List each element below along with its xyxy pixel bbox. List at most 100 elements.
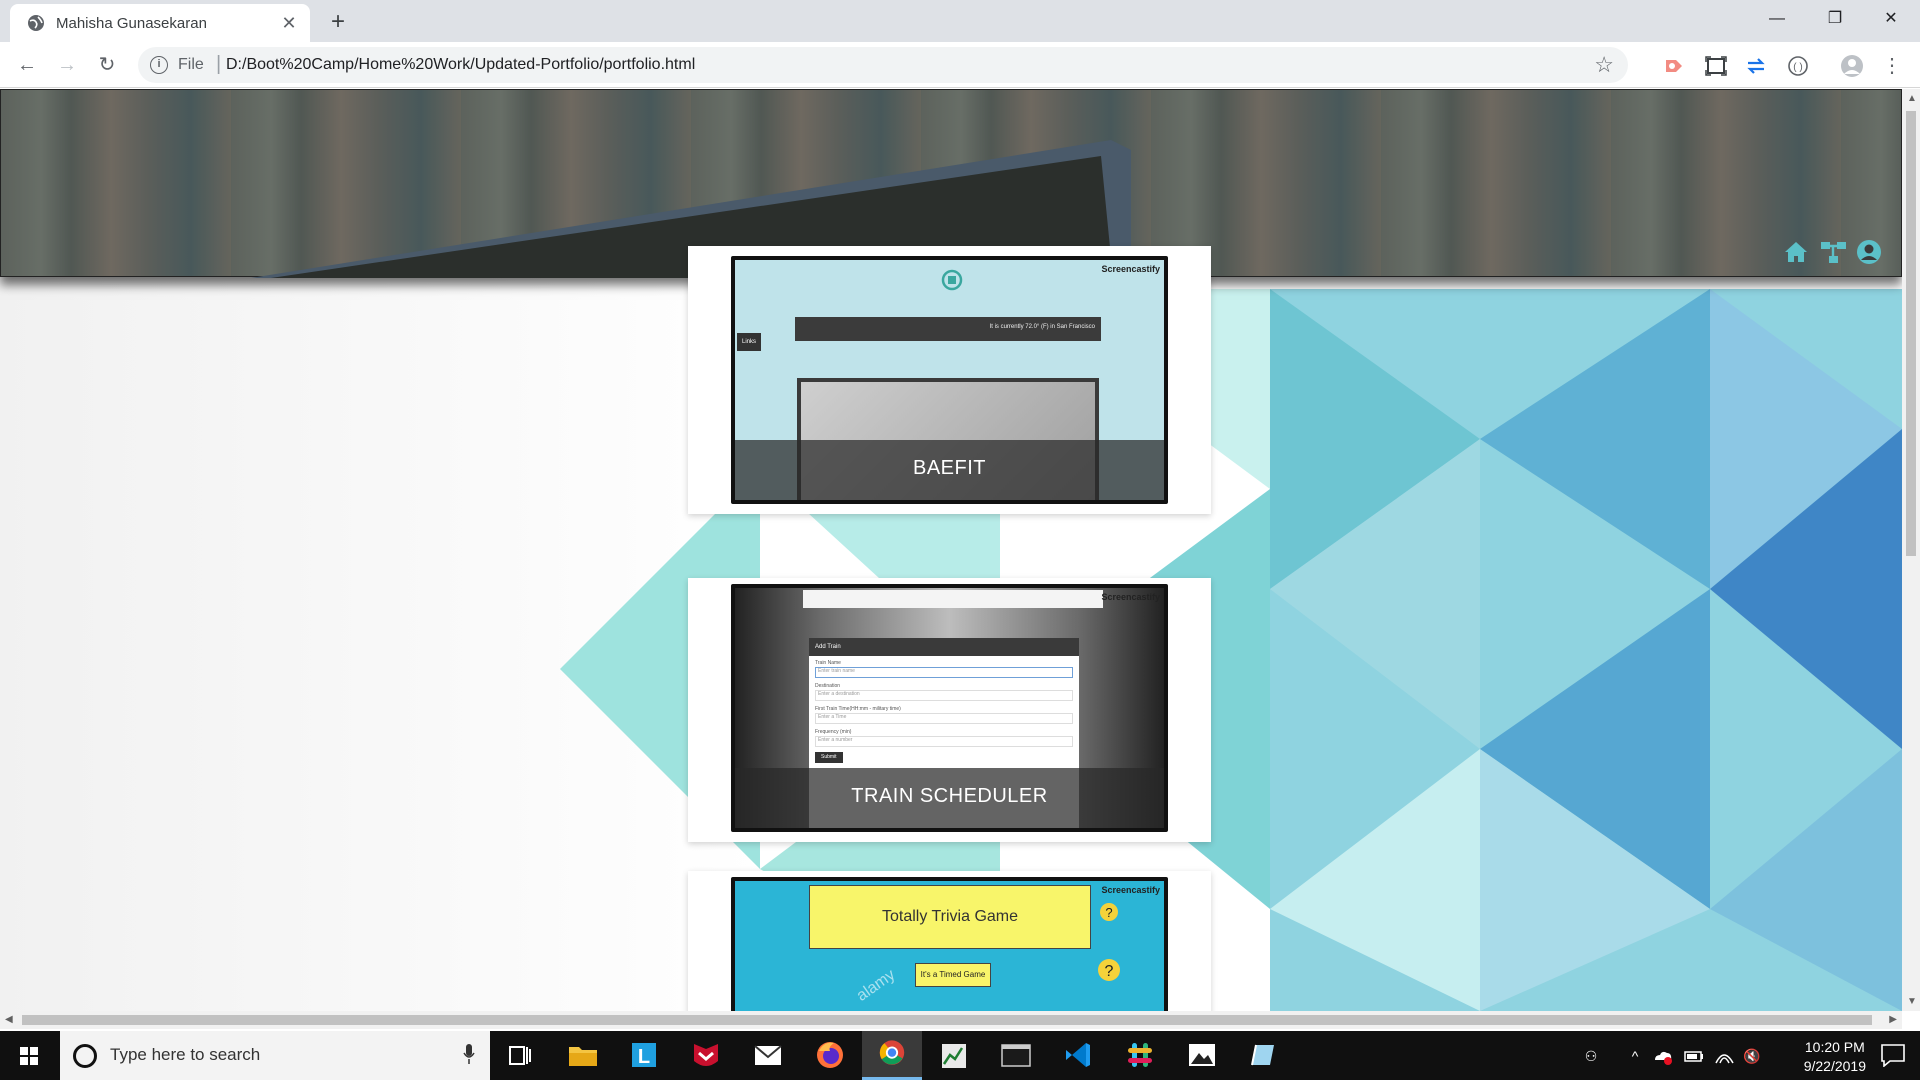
bookmark-star-icon[interactable]: ☆ — [1594, 52, 1614, 78]
paint3d-icon[interactable] — [1234, 1031, 1294, 1080]
page-viewport: Screencastify It is currently 72.0° (F) … — [0, 89, 1902, 1011]
project-thumbnail[interactable]: Screencastify Add Train Train Name Enter… — [731, 584, 1168, 832]
thumb-form-label: Frequency (min) — [815, 729, 852, 735]
globe-icon — [28, 15, 44, 31]
scroll-left-icon[interactable]: ◀ — [5, 1014, 13, 1025]
info-icon[interactable]: i — [150, 56, 168, 74]
taskbar-search-placeholder: Type here to search — [110, 1045, 261, 1064]
thumb-form-label: Train Name — [815, 660, 841, 666]
restore-button[interactable]: ❐ — [1806, 0, 1864, 38]
vscode-icon[interactable] — [1048, 1031, 1108, 1080]
onedrive-error-icon[interactable] — [1652, 1045, 1674, 1067]
thumb-form-input: Enter a number — [815, 736, 1073, 747]
extension-circle-icon[interactable]: ( ) — [1786, 54, 1810, 78]
mail-icon[interactable] — [738, 1031, 798, 1080]
home-icon[interactable] — [1782, 238, 1810, 266]
browser-toolbar: ← → ↻ i File | D:/Boot%20Camp/Home%20Wor… — [0, 42, 1920, 88]
thumb-game-subtitle: It's a Timed Game — [915, 963, 991, 987]
thumb-form-input: Enter a Time — [815, 713, 1073, 724]
browser-tab[interactable]: Mahisha Gunasekaran ✕ — [10, 4, 310, 42]
close-window-button[interactable]: ✕ — [1862, 0, 1920, 38]
task-view-icon[interactable] — [490, 1031, 550, 1080]
thumb-form-title: Add Train — [809, 638, 1079, 656]
thumb-navbar: It is currently 72.0° (F) in San Francis… — [795, 317, 1101, 341]
clock-date: 9/22/2019 — [1803, 1058, 1866, 1074]
thumb-form-label: Destination — [815, 683, 841, 689]
file-explorer-icon[interactable] — [553, 1031, 613, 1080]
vertical-scrollbar[interactable]: ▲ ▼ — [1902, 89, 1920, 1011]
question-mark-icon: ? — [1100, 903, 1118, 921]
forward-arrow-icon[interactable]: → — [52, 50, 82, 80]
address-bar[interactable]: i File | D:/Boot%20Camp/Home%20Work/Upda… — [138, 47, 1628, 83]
project-thumbnail[interactable]: Screencastify Totally Trivia Game It's a… — [731, 877, 1168, 1011]
screencastify-badge: Screencastify — [1101, 264, 1160, 274]
project-thumbnail[interactable]: Screencastify It is currently 72.0° (F) … — [731, 256, 1168, 504]
url-text[interactable]: D:/Boot%20Camp/Home%20Work/Updated-Portf… — [226, 56, 695, 74]
sitemap-icon[interactable] — [1819, 238, 1847, 266]
cortana-icon[interactable] — [73, 1044, 97, 1068]
cast-extension-icon[interactable] — [1662, 54, 1686, 78]
scroll-down-icon[interactable]: ▼ — [1907, 996, 1917, 1007]
windows-taskbar: Type here to search L ⚇ ^ 🔇 10:20 PM 9/2… — [0, 1031, 1920, 1080]
screencastify-badge: Screencastify — [1101, 885, 1160, 895]
photos-icon[interactable] — [1172, 1031, 1232, 1080]
windows-start-icon[interactable] — [0, 1031, 58, 1080]
vertical-scroll-thumb[interactable] — [1906, 111, 1916, 556]
spreadsheet-icon[interactable] — [924, 1031, 984, 1080]
taskbar-search-box[interactable]: Type here to search — [60, 1031, 490, 1080]
project-card-train-scheduler[interactable]: Screencastify Add Train Train Name Enter… — [688, 578, 1211, 842]
thumb-form-input: Enter a destination — [815, 690, 1073, 701]
url-separator: | — [216, 53, 222, 75]
taskbar-clock[interactable]: 10:20 PM 9/22/2019 — [1804, 1038, 1866, 1076]
url-scheme: File — [178, 56, 204, 73]
svg-text:L: L — [638, 1046, 650, 1068]
profile-avatar-icon[interactable] — [1840, 54, 1864, 78]
people-icon[interactable]: ⚇ — [1580, 1045, 1602, 1067]
slack-icon[interactable] — [1110, 1031, 1170, 1080]
thumb-game-title: Totally Trivia Game — [809, 885, 1091, 949]
svg-text:?: ? — [1105, 905, 1112, 920]
firefox-icon[interactable] — [800, 1031, 860, 1080]
baefit-logo-icon — [941, 269, 963, 291]
scroll-up-icon[interactable]: ▲ — [1907, 93, 1917, 104]
mcafee-icon[interactable] — [676, 1031, 736, 1080]
thumb-top-bar — [803, 590, 1103, 608]
chrome-icon[interactable] — [862, 1031, 922, 1080]
header-nav — [1778, 238, 1883, 266]
battery-icon[interactable] — [1683, 1045, 1705, 1067]
project-card-baefit[interactable]: Screencastify It is currently 72.0° (F) … — [688, 246, 1211, 514]
volume-muted-icon[interactable]: 🔇 — [1741, 1045, 1763, 1067]
new-tab-button[interactable]: + — [324, 8, 352, 36]
svg-text:?: ? — [1105, 963, 1114, 980]
horizontal-scroll-thumb[interactable] — [22, 1015, 1872, 1025]
menu-kebab-icon[interactable]: ⋮ — [1880, 54, 1904, 78]
thumb-form-input: Enter train name — [815, 667, 1073, 678]
reload-icon[interactable]: ↻ — [92, 50, 122, 80]
terminal-icon[interactable] — [986, 1031, 1046, 1080]
user-icon[interactable] — [1855, 238, 1883, 266]
microphone-icon[interactable] — [462, 1043, 476, 1065]
thumb-links-tab: Links — [737, 333, 761, 351]
scroll-right-icon[interactable]: ▶ — [1889, 1014, 1897, 1025]
clock-time: 10:20 PM — [1804, 1039, 1865, 1055]
svg-text:( ): ( ) — [1793, 62, 1802, 73]
sync-extension-icon[interactable] — [1744, 54, 1768, 78]
question-mark-icon: ? — [1098, 959, 1120, 981]
tab-close-icon[interactable]: ✕ — [278, 12, 300, 34]
project-caption: BAEFIT — [735, 440, 1164, 500]
project-card-trivia[interactable]: Screencastify Totally Trivia Game It's a… — [688, 871, 1211, 1011]
project-caption: TRAIN SCHEDULER — [735, 768, 1164, 828]
tab-strip: Mahisha Gunasekaran ✕ + — ❐ ✕ — [0, 0, 1920, 42]
l-app-icon[interactable]: L — [614, 1031, 674, 1080]
back-arrow-icon[interactable]: ← — [12, 50, 42, 80]
screencastify-badge: Screencastify — [1101, 592, 1160, 602]
wifi-icon[interactable] — [1713, 1045, 1735, 1067]
thumb-watermark: alamy — [853, 966, 899, 1005]
screenshot-extension-icon[interactable] — [1704, 54, 1728, 78]
show-hidden-icons-chevron-icon[interactable]: ^ — [1624, 1045, 1646, 1067]
action-center-icon[interactable] — [1880, 1043, 1906, 1067]
thumb-form-submit: Submit — [815, 752, 843, 763]
minimize-button[interactable]: — — [1748, 0, 1806, 38]
horizontal-scrollbar[interactable]: ◀ ▶ — [0, 1011, 1902, 1029]
thumb-weather-text: It is currently 72.0° (F) in San Francis… — [989, 324, 1095, 330]
